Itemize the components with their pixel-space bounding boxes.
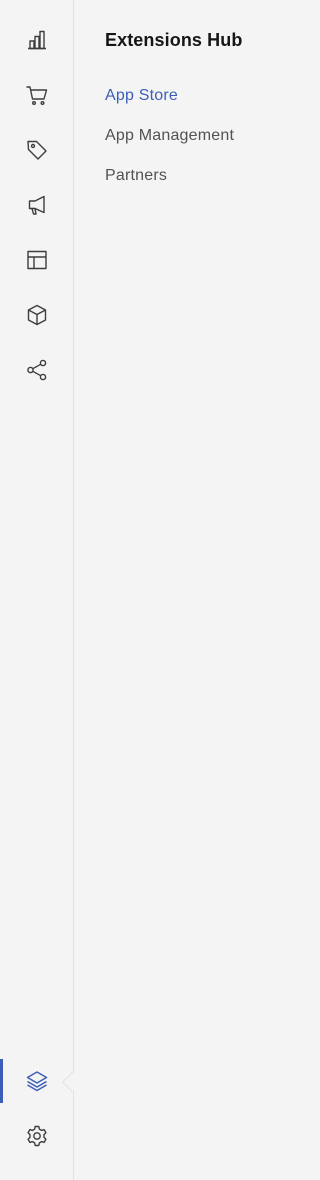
rail-item-orders[interactable]: [0, 73, 74, 117]
rail-item-settings[interactable]: [0, 1114, 74, 1158]
panel-title: Extensions Hub: [105, 30, 243, 50]
megaphone-icon: [28, 195, 45, 215]
icon-rail: [0, 0, 74, 1180]
share-icon: [27, 359, 47, 381]
nav-link-app-store[interactable]: App Store: [105, 87, 178, 105]
rail-item-layout[interactable]: [0, 238, 74, 282]
rail-item-integrations[interactable]: [0, 348, 74, 392]
rail-item-products[interactable]: [0, 293, 74, 337]
extensions-panel: Extensions Hub App Store App Management …: [75, 0, 316, 1180]
nav-link-partners[interactable]: Partners: [105, 167, 167, 185]
gear-icon: [27, 1125, 47, 1147]
rail-item-analytics[interactable]: [0, 18, 74, 62]
active-indicator: [0, 1059, 3, 1103]
nav-link-app-management[interactable]: App Management: [105, 127, 234, 145]
shopping-cart-icon: [26, 86, 48, 106]
rail-item-pricing[interactable]: [0, 128, 74, 172]
cube-icon: [27, 304, 47, 326]
layers-icon: [26, 1071, 48, 1092]
layout-icon: [27, 250, 47, 270]
bar-chart-icon: [28, 30, 46, 50]
rail-item-marketing[interactable]: [0, 183, 74, 227]
tag-icon: [27, 140, 47, 160]
